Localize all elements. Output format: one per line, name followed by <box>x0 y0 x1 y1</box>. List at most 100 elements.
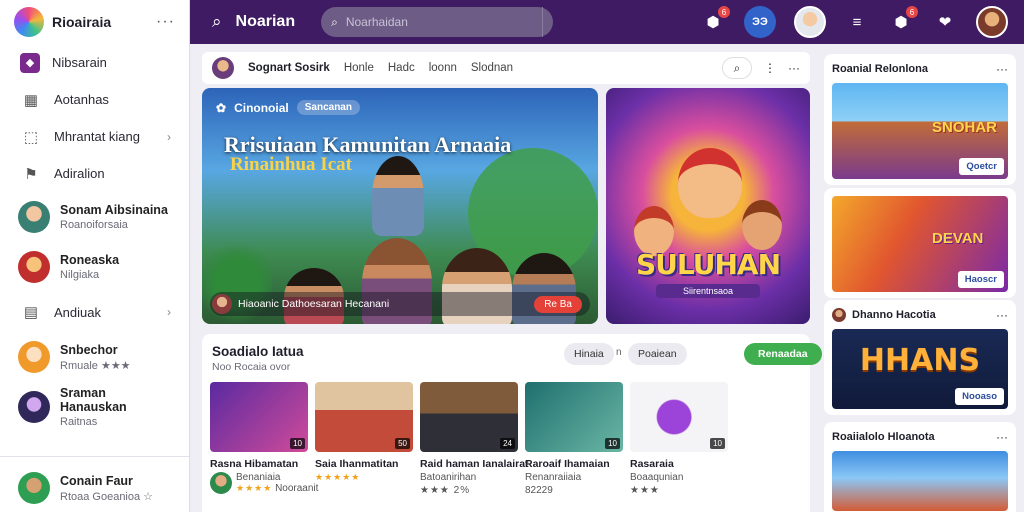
rail-card-button[interactable]: Qoetcr <box>959 158 1004 175</box>
rail-card-2[interactable]: Dhanno Hacotia ··· HHANS Nooaso <box>824 300 1016 415</box>
profile-badge-button[interactable]: ЭЭ <box>744 6 776 38</box>
document-icon: ▤ <box>23 304 39 321</box>
video-channel: Boaaqunian <box>630 472 684 483</box>
character-art <box>678 148 742 218</box>
avatar <box>832 308 846 322</box>
avatar[interactable] <box>212 57 234 79</box>
more-icon[interactable]: ··· <box>996 62 1008 76</box>
more-icon[interactable]: ··· <box>156 13 175 31</box>
character-art <box>742 200 782 250</box>
thumbnail: 10 <box>525 382 623 452</box>
chevron-right-icon: › <box>167 129 171 144</box>
live-button[interactable]: Re Ba <box>534 295 582 313</box>
user-subtitle: Raitnas <box>60 416 98 428</box>
filter-chip-1[interactable]: Poaiean <box>628 343 687 365</box>
video-meta: Benaniaia ★★★★ Nooraanit <box>210 472 318 494</box>
person-figure <box>372 156 424 236</box>
rail-card-3[interactable]: Roaiialolo Hloanota ··· <box>824 422 1016 512</box>
sidebar-item-1[interactable]: ▦ Aotanhas <box>0 81 189 118</box>
sidebar-header: Rioairaia ··· <box>0 0 189 44</box>
avatar <box>18 201 50 233</box>
user-subtitle: Rtoaa Goeanioa ☆ <box>60 490 154 503</box>
tab-home[interactable]: Honle <box>344 62 374 74</box>
user-name: Roneaska <box>60 253 120 267</box>
sidebar-item-label: Aotanhas <box>54 92 109 107</box>
sidebar-item-0[interactable]: ◆ Nibsarain <box>0 44 189 81</box>
rail-card-header: Roaiialolo Hloanota ··· <box>832 428 1008 446</box>
user-name: Snbechor <box>60 342 118 357</box>
video-card[interactable]: 10 Raroaif Ihamaian Renanraiiaia 82229 <box>525 382 623 496</box>
rating-stars: ★★★★★ <box>315 472 361 482</box>
more-icon[interactable]: ··· <box>788 61 800 75</box>
tab-3[interactable]: loonn <box>429 62 457 74</box>
community-icon: ◆ <box>20 52 40 73</box>
divider <box>0 456 189 457</box>
rail-card-1[interactable]: DEVAN Haoscr <box>824 188 1016 298</box>
search-icon[interactable]: ⌕ <box>212 12 222 32</box>
rail-card-image: DEVAN Haoscr <box>832 196 1008 292</box>
sidebar-item-2[interactable]: ⬚ Mhrantat kiang › <box>0 118 189 155</box>
gift-icon[interactable]: ❤ <box>932 9 958 35</box>
filter-chip-0[interactable]: Hinaia <box>564 343 614 365</box>
content-section: Soadialo Iatua Noo Rocaia ovor Hinaia n … <box>202 334 822 512</box>
hero-tag[interactable]: Sancanan <box>296 100 360 115</box>
thumbnail: 50 <box>315 382 413 452</box>
duration-label: 24 <box>500 438 515 449</box>
top-bar-actions: ⬢ 6 ЭЭ ≡ ⬢ 6 ❤ <box>700 6 1008 38</box>
sidebar-user-2[interactable]: Snbechor Rmuale ★★★ <box>0 332 189 382</box>
menu-icon[interactable]: ≡ <box>844 9 870 35</box>
avatar <box>212 294 232 314</box>
rail-card-button[interactable]: Nooaso <box>955 388 1004 405</box>
notification-icon[interactable]: ⬢ 6 <box>700 6 730 35</box>
sidebar-item-label: Mhrantat kiang <box>54 129 140 144</box>
rail-card-0[interactable]: Roanial Relonlona ··· SNOHAR Qoetcr <box>824 54 1016 185</box>
app-logo[interactable] <box>14 7 44 37</box>
feed-actions: ⌕ ⋮ ··· <box>722 57 800 79</box>
search-box[interactable]: ⌕ <box>321 7 554 37</box>
video-card[interactable]: 10 Rasaraia Boaaqunian ★★★ <box>630 382 728 496</box>
sidebar-item-4[interactable]: ▤ Andiuak › <box>0 292 189 332</box>
shield-icon[interactable]: ⬢ 6 <box>888 6 918 35</box>
action-button[interactable]: Renaadaa <box>744 343 822 365</box>
search-input[interactable] <box>345 15 496 29</box>
thumbnail-row: 10 Rasna Hibamatan Benaniaia ★★★★ Nooraa… <box>210 382 728 496</box>
user-name: Conain Faur <box>60 473 133 488</box>
video-card[interactable]: 10 Rasna Hibamatan Benaniaia ★★★★ Nooraa… <box>210 382 318 496</box>
video-card[interactable]: 24 Raid haman Ianalairat Batoanirihan ★★… <box>420 382 529 496</box>
more-vertical-icon[interactable]: ⋮ <box>764 61 776 75</box>
section-subtitle: Noo Rocaia ovor <box>212 361 291 373</box>
user-subtitle: Roanoiforsaia <box>60 219 128 231</box>
top-bar: ⌕ Noarian ⌕ ⬢6 ЭЭ ≡ ⬢6 ❤ <box>190 0 1024 44</box>
user-subtitle: Rmuale ★★★ <box>60 359 131 372</box>
sidebar-user-1[interactable]: Roneaska Nilgiaka <box>0 242 189 292</box>
chevron-right-icon: › <box>167 305 171 319</box>
footer-user[interactable]: Conain Faur Rtoaa Goeanioa ☆ <box>0 463 189 512</box>
rail-card-image: SNOHAR Qoetcr <box>832 83 1008 179</box>
tab-4[interactable]: Slodnan <box>471 62 513 74</box>
gear-icon: ✿ <box>216 100 227 115</box>
search-icon[interactable]: ⌕ <box>722 57 752 79</box>
more-icon[interactable]: ··· <box>996 308 1008 322</box>
hero-caption: Hiaoanic Dathoesaran Hecanani <box>238 298 390 310</box>
author-name[interactable]: Sognart Sosirk <box>248 62 330 74</box>
hero-banner[interactable]: ✿ Cinonoial Sancanan Rrisuiaan Kamunitan… <box>202 88 598 324</box>
video-card[interactable]: 50 Saia Ihanmatitan ★★★★★ <box>315 382 413 496</box>
more-icon[interactable]: ··· <box>996 430 1008 444</box>
avatar[interactable] <box>976 6 1008 38</box>
game-poster[interactable]: SULUHAN Siirentnsaoa <box>606 88 810 324</box>
video-title: Rasna Hibamatan <box>210 458 299 470</box>
feed-header: Sognart Sosirk Honle Hadc loonn Slodnan … <box>202 52 810 84</box>
search-icon: ⌕ <box>331 14 338 29</box>
thumbnail: 10 <box>630 382 728 452</box>
tab-2[interactable]: Hadc <box>388 62 415 74</box>
sidebar-user-0[interactable]: Sonam Aibsinaina Roanoiforsaia <box>0 192 189 242</box>
hero-footer: Hiaoanic Dathoesaran Hecanani Re Ba <box>210 292 590 316</box>
rail-card-image: HHANS Nooaso <box>832 329 1008 409</box>
flag-icon: ⚑ <box>24 165 38 183</box>
rail-card-button[interactable]: Haoscr <box>957 271 1004 288</box>
sidebar-item-3[interactable]: ⚑ Adiralion <box>0 155 189 192</box>
sidebar-user-3[interactable]: Sraman Hanauskan Raitnas <box>0 382 189 432</box>
video-channel: Renanraiiaia <box>525 472 582 483</box>
rating-stars: ★★★ <box>630 485 660 496</box>
avatar[interactable] <box>794 6 826 38</box>
